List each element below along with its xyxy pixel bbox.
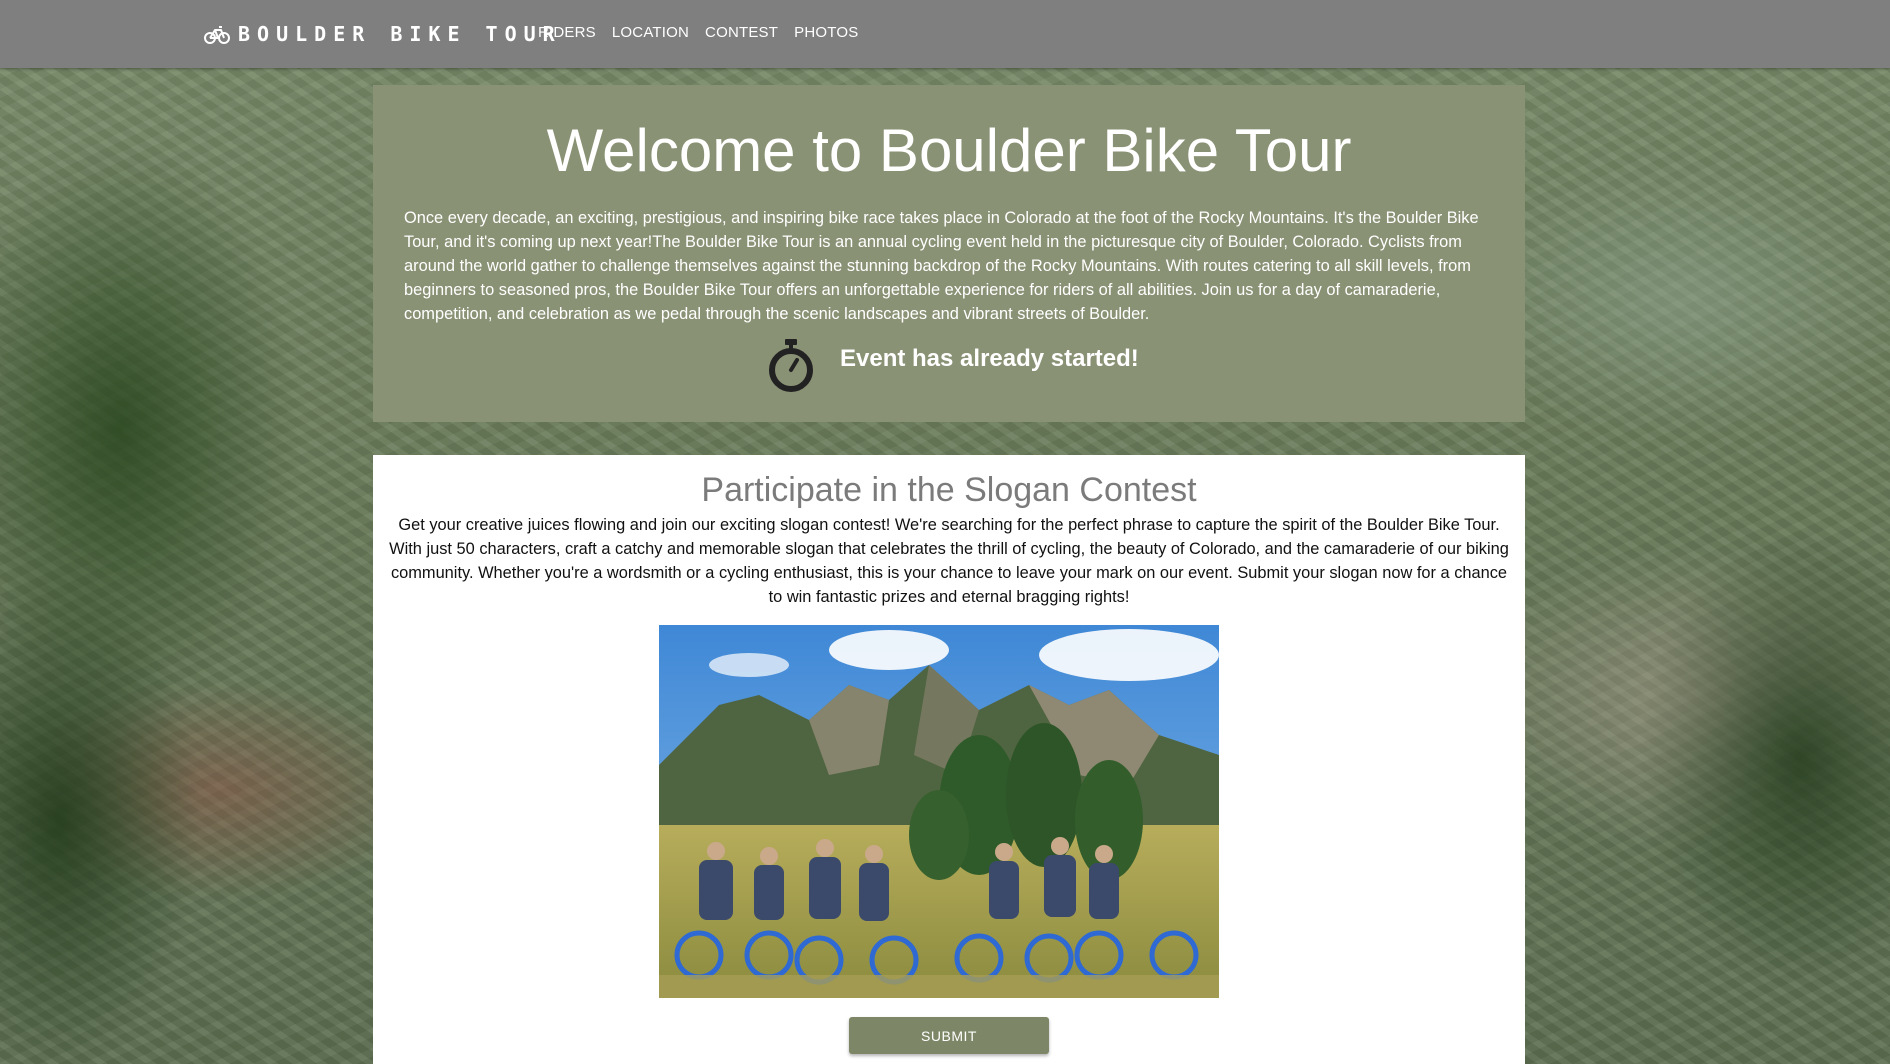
hero-description: Once every decade, an exciting, prestigi…	[404, 209, 1479, 323]
hero-panel: Welcome to Boulder Bike Tour Once every …	[373, 85, 1525, 422]
bicycle-icon	[204, 26, 230, 44]
slogan-contest-panel: Participate in the Slogan Contest Get yo…	[373, 455, 1525, 1064]
nav-link-contest[interactable]: CONTEST	[705, 22, 778, 43]
main-nav: RIDERS LOCATION CONTEST PHOTOS	[538, 22, 858, 43]
nav-link-photos[interactable]: PHOTOS	[794, 22, 858, 43]
brand-link[interactable]: BOULDER BIKE TOUR	[204, 20, 562, 48]
stopwatch-icon	[769, 339, 813, 392]
event-status: Event has already started!	[764, 337, 1139, 397]
nav-link-location[interactable]: LOCATION	[612, 22, 689, 43]
nav-link-riders[interactable]: RIDERS	[538, 22, 596, 43]
brand-name: BOULDER BIKE TOUR	[238, 22, 562, 46]
navbar: BOULDER BIKE TOUR RIDERS LOCATION CONTES…	[0, 0, 1890, 68]
status-text: Event has already started!	[840, 345, 1139, 372]
submit-button[interactable]: SUBMIT	[849, 1017, 1049, 1054]
hero-title: Welcome to Boulder Bike Tour	[546, 117, 1352, 184]
contest-title: Participate in the Slogan Contest	[701, 471, 1197, 509]
group-riders-photo	[659, 625, 1219, 998]
contest-description: Get your creative juices flowing and joi…	[389, 516, 1509, 606]
